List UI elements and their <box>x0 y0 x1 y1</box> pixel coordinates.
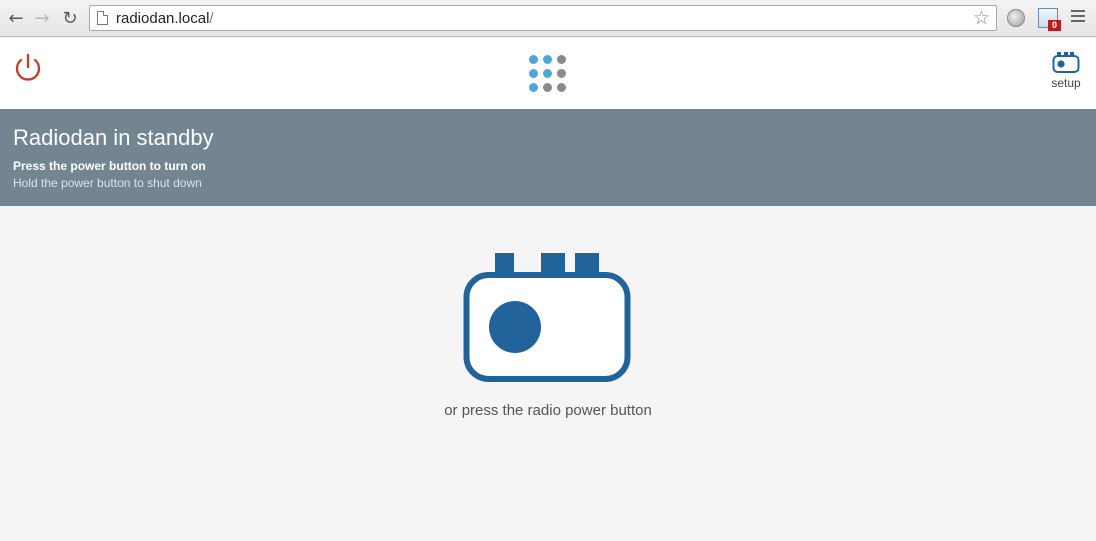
setup-label: setup <box>1051 76 1081 90</box>
url-text: radiodan.local/ <box>116 10 214 27</box>
app-header: setup <box>0 38 1096 109</box>
browser-menu-button[interactable] <box>1071 10 1085 25</box>
status-banner: Radiodan in standby Press the power butt… <box>0 109 1096 206</box>
radio-caption: or press the radio power button <box>444 402 652 419</box>
power-icon <box>15 53 41 81</box>
forward-arrow-icon: → <box>34 7 50 29</box>
reload-icon: ↻ <box>62 7 78 29</box>
power-button[interactable] <box>12 52 44 84</box>
url-host: radiodan.local <box>116 10 210 27</box>
status-instruction-off: Hold the power button to shut down <box>13 176 202 190</box>
setup-button[interactable]: setup <box>1048 52 1084 90</box>
extension-badge: 0 <box>1048 20 1061 31</box>
star-icon: ☆ <box>972 7 990 29</box>
status-title: Radiodan in standby <box>13 125 214 150</box>
browser-toolbar: ← → ↻ radiodan.local/ ☆ 0 <box>0 0 1096 37</box>
back-arrow-icon: ← <box>8 7 24 29</box>
globe-extension-icon[interactable] <box>1007 9 1025 27</box>
bookmark-star-button[interactable]: ☆ <box>973 7 990 29</box>
page-icon <box>97 11 108 25</box>
radio-setup-icon <box>1052 52 1080 73</box>
address-bar[interactable]: radiodan.local/ ☆ <box>89 5 997 31</box>
radiodan-logo <box>527 53 569 93</box>
radio-icon <box>463 253 631 382</box>
extension-button[interactable]: 0 <box>1038 8 1061 31</box>
reload-button[interactable]: ↻ <box>59 6 81 30</box>
status-instruction-on: Press the power button to turn on <box>13 159 206 173</box>
main-content: or press the radio power button <box>0 206 1096 541</box>
radio-power-button[interactable] <box>463 253 631 388</box>
url-path: / <box>209 10 214 27</box>
forward-button[interactable]: → <box>31 6 53 30</box>
back-button[interactable]: ← <box>5 6 27 30</box>
